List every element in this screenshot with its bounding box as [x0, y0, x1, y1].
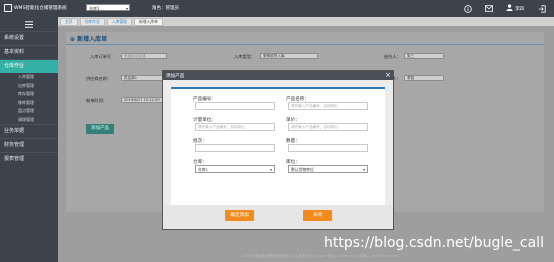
order-no-field[interactable]: 系统自动生成	[121, 53, 167, 59]
handler-field[interactable]: 张三	[404, 53, 444, 59]
logout-icon[interactable]	[538, 4, 546, 13]
sidebar-sub-outbound[interactable]: 出库管理	[0, 82, 58, 91]
warehouse-modal-select[interactable]: 仓库1 ▾	[195, 165, 275, 173]
mail-icon[interactable]	[485, 5, 493, 13]
batch-input[interactable]	[195, 144, 275, 152]
product-name-input[interactable]: 请先输入产品编号，自动带出	[288, 102, 368, 110]
sidebar-item-system-settings[interactable]: 系统设置	[0, 31, 58, 45]
sidebar-sub-stocktake[interactable]: 盘点管理	[0, 107, 58, 116]
supplier-label: 供应商名称：	[86, 76, 112, 81]
title-divider	[66, 44, 544, 45]
top-icons: 李四	[464, 0, 554, 17]
location-value: 默认货物库位	[291, 167, 314, 172]
warehouse-select-value: 仓库1	[89, 6, 100, 11]
inbound-type-label: 入库类型：	[234, 54, 255, 59]
app-logo[interactable]: WMS智能化仓储管理系统	[4, 4, 67, 12]
inbound-type-select[interactable]: 采购收货入库	[260, 53, 318, 59]
user-icon	[506, 4, 513, 13]
add-circle-icon: ⊕	[70, 36, 76, 43]
role-value: 管理员	[165, 6, 180, 11]
close-icon[interactable]: ×	[385, 71, 391, 80]
confirm-add-button[interactable]: 确定添加	[225, 210, 254, 221]
price-input[interactable]: 请先输入产品编号，自动带出	[288, 123, 368, 131]
page-title-text: 新增入库单	[77, 36, 108, 43]
watermark-text: https://blog.csdn.net/bugle_call	[324, 235, 544, 251]
quantity-input[interactable]	[288, 144, 368, 152]
breadcrumb-home[interactable]: 主页	[60, 18, 78, 26]
sidebar: 系统设置 基本资料 仓库作业 入库管理 出库管理 库存管理 移库管理 盘点管理 …	[0, 17, 58, 262]
supplier-field[interactable]: 供应商1	[121, 75, 167, 81]
sidebar-item-business-docs[interactable]: 业务单据	[0, 124, 58, 138]
logo-icon	[4, 4, 12, 12]
chevron-down-icon: ▾	[125, 6, 128, 11]
top-bar: WMS智能化仓储管理系统 仓库1 ▾ 角色：管理员 李四	[0, 0, 554, 17]
handler-label: 经办人：	[384, 54, 401, 59]
product-code-input[interactable]	[195, 102, 275, 110]
sidebar-item-reports[interactable]: 报表管理	[0, 152, 58, 166]
page-title: ⊕ 新增入库单	[70, 34, 107, 43]
close-button[interactable]: 关闭	[303, 210, 332, 221]
add-product-button[interactable]: 添加产品	[86, 124, 114, 134]
warehouse-modal-value: 仓库1	[198, 167, 209, 172]
info-icon[interactable]	[464, 4, 472, 13]
app-title: WMS智能化仓储管理系统	[14, 6, 67, 11]
modal-header: 添加产品 ×	[163, 71, 393, 80]
sidebar-item-finance[interactable]: 财务管理	[0, 138, 58, 152]
modal-footer: 确定添加 关闭	[163, 205, 393, 229]
breadcrumb-current: 新增入库单	[133, 18, 163, 26]
role-label: 角色：	[152, 6, 166, 11]
sidebar-sub-inbound[interactable]: 入库管理	[0, 73, 58, 82]
operator-field[interactable]: 李四	[404, 75, 444, 81]
sidebar-sub-transfer-location[interactable]: 移库管理	[0, 99, 58, 108]
warehouse-select[interactable]: 仓库1 ▾	[86, 4, 130, 11]
user-menu[interactable]: 李四	[506, 4, 524, 13]
sidebar-item-warehouse-ops[interactable]: 仓库作业	[0, 59, 58, 73]
add-product-modal: 添加产品 × 产品编号： 产品名称： 请先输入产品编号，自动带出 计量单位： 请…	[162, 70, 394, 230]
unit-input[interactable]: 请先输入产品编号，自动带出	[195, 123, 275, 131]
order-no-label: 入库订单号：	[90, 54, 116, 59]
breadcrumb-warehouse-ops[interactable]: 仓库作业	[79, 18, 105, 26]
sidebar-sub-inventory[interactable]: 库存管理	[0, 90, 58, 99]
modal-body: 产品编号： 产品名称： 请先输入产品编号，自动带出 计量单位： 请先输入产品编号…	[171, 87, 385, 205]
breadcrumb-inbound[interactable]: 入库管理	[106, 18, 132, 26]
modal-title: 添加产品	[166, 73, 185, 79]
create-time-label: 制单时间：	[86, 98, 107, 103]
menu-toggle-icon[interactable]	[0, 17, 58, 31]
user-name: 李四	[515, 6, 524, 12]
chevron-down-icon: ▾	[363, 167, 365, 172]
breadcrumb: 主页 仓库作业 入库管理 新增入库单	[58, 17, 554, 26]
sidebar-sub-allocation[interactable]: 调拨管理	[0, 116, 58, 125]
sidebar-item-basic-data[interactable]: 基本资料	[0, 45, 58, 59]
footer-text: 2019年度智能仓储管理系统V1.0 | 技术支持：bugle 电话：xxxx-…	[241, 254, 399, 258]
chevron-down-icon: ▾	[270, 167, 272, 172]
role-display: 角色：管理员	[152, 5, 179, 11]
location-select[interactable]: 默认货物库位 ▾	[288, 165, 368, 173]
